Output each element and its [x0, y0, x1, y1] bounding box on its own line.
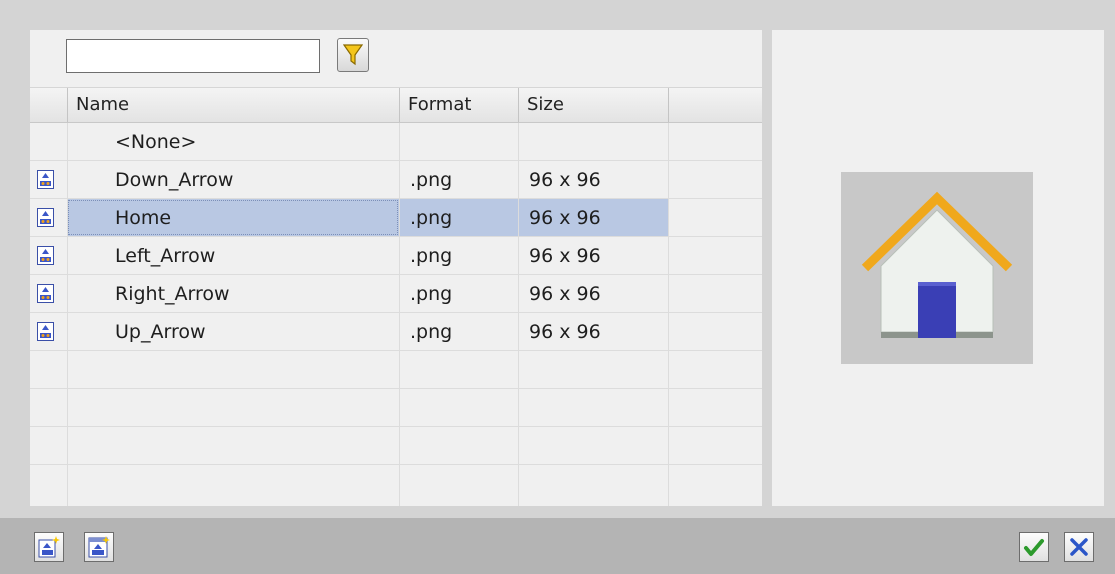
cell-size: 96 x 96: [518, 199, 668, 236]
empty-row: [30, 389, 762, 427]
cell-format: .png: [399, 161, 518, 198]
cell-name: <None>: [67, 123, 399, 160]
cancel-button[interactable]: [1064, 532, 1094, 562]
graphics-list-panel: Name Format Size <None> Down_Arrow .png: [30, 30, 762, 506]
image-file-icon: [37, 246, 54, 265]
add-graphic-from-file-button[interactable]: [84, 532, 114, 562]
cell-name: Home: [67, 199, 399, 236]
cell-format: .png: [399, 313, 518, 350]
graphic-preview: [841, 172, 1033, 364]
cell-size: 96 x 96: [518, 161, 668, 198]
checkmark-icon: [1024, 539, 1044, 556]
column-header-name[interactable]: Name: [67, 88, 399, 122]
add-graphic-from-file-icon: [88, 536, 110, 558]
column-header-size[interactable]: Size: [518, 88, 668, 122]
cell-name: Up_Arrow: [67, 313, 399, 350]
confirm-button[interactable]: [1019, 532, 1049, 562]
empty-row: [30, 427, 762, 465]
header-icon-column: [30, 88, 67, 122]
cell-size: [518, 123, 668, 160]
cell-format: [399, 123, 518, 160]
table-header: Name Format Size: [30, 87, 762, 123]
cell-name: Right_Arrow: [67, 275, 399, 312]
add-graphic-button[interactable]: [34, 532, 64, 562]
home-house-icon: [861, 191, 1013, 338]
empty-row: [30, 351, 762, 389]
search-input[interactable]: [66, 39, 320, 73]
table-row[interactable]: Left_Arrow .png 96 x 96: [30, 237, 762, 275]
table-row-selected[interactable]: Home .png 96 x 96: [30, 199, 762, 237]
add-graphic-icon: [38, 536, 60, 558]
cell-name: Left_Arrow: [67, 237, 399, 274]
image-file-icon: [37, 170, 54, 189]
filter-funnel-icon: [343, 44, 363, 66]
image-file-icon: [37, 208, 54, 227]
cell-format: .png: [399, 237, 518, 274]
cell-size: 96 x 96: [518, 275, 668, 312]
cell-size: 96 x 96: [518, 237, 668, 274]
cell-format: .png: [399, 199, 518, 236]
table-row[interactable]: Right_Arrow .png 96 x 96: [30, 275, 762, 313]
cell-name: Down_Arrow: [67, 161, 399, 198]
table-row[interactable]: Up_Arrow .png 96 x 96: [30, 313, 762, 351]
image-file-icon: [37, 284, 54, 303]
bottom-toolbar: [0, 518, 1115, 574]
table-row[interactable]: <None>: [30, 123, 762, 161]
preview-panel: [772, 30, 1104, 506]
column-header-format[interactable]: Format: [399, 88, 518, 122]
cell-size: 96 x 96: [518, 313, 668, 350]
column-header-empty: [668, 88, 762, 122]
table-row[interactable]: Down_Arrow .png 96 x 96: [30, 161, 762, 199]
empty-row: [30, 465, 762, 506]
close-x-icon: [1070, 538, 1088, 556]
filter-button[interactable]: [337, 38, 369, 72]
image-file-icon: [37, 322, 54, 341]
cell-format: .png: [399, 275, 518, 312]
